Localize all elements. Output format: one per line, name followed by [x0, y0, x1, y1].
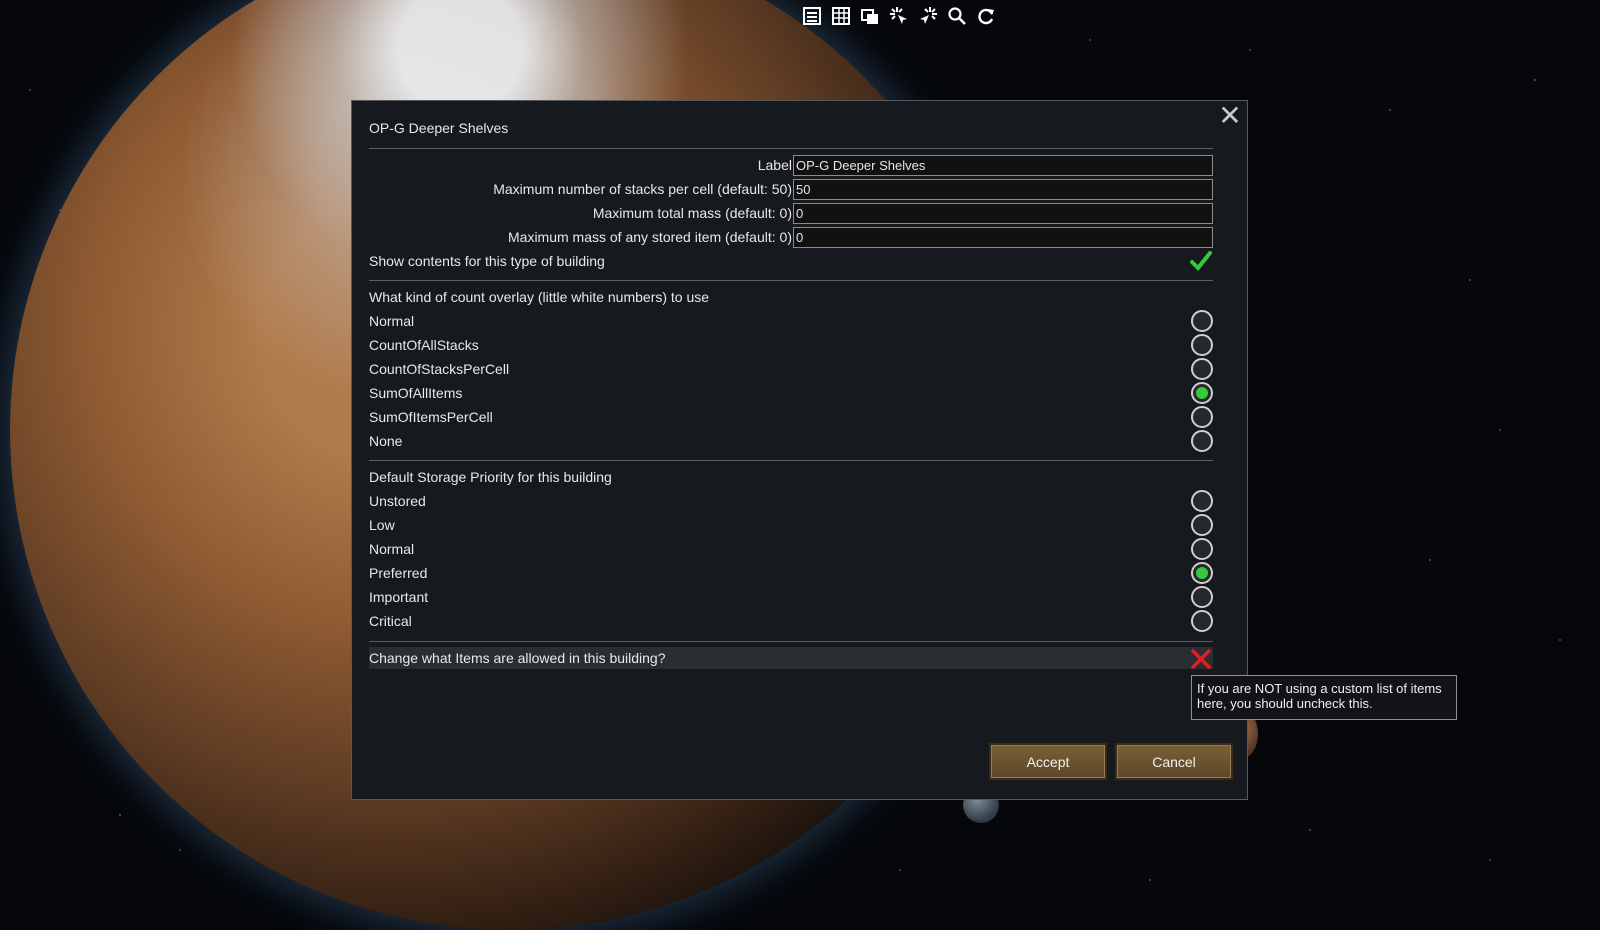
- radio-button[interactable]: [1191, 586, 1213, 608]
- cancel-button[interactable]: Cancel: [1115, 743, 1233, 780]
- radio-button[interactable]: [1191, 490, 1213, 512]
- change-items-row[interactable]: Change what Items are allowed in this bu…: [369, 647, 1213, 669]
- checkmark-icon[interactable]: [1189, 249, 1213, 273]
- max-stacks-label: Maximum number of stacks per cell (defau…: [493, 181, 792, 197]
- radio-button[interactable]: [1191, 538, 1213, 560]
- overlay-option-label: SumOfItemsPerCell: [369, 409, 493, 425]
- radio-button[interactable]: [1191, 334, 1213, 356]
- show-contents-row[interactable]: Show contents for this type of building: [369, 250, 1213, 272]
- overlay-heading: What kind of count overlay (little white…: [369, 289, 710, 305]
- max-total-mass-field-row: Maximum total mass (default: 0): [369, 203, 1213, 224]
- priority-option-critical[interactable]: Critical: [369, 610, 1213, 632]
- divider: [369, 280, 1213, 281]
- top-toolbar: [800, 4, 998, 28]
- label-input[interactable]: [793, 155, 1213, 176]
- close-icon[interactable]: ✕: [1217, 102, 1243, 130]
- max-item-mass-field-row: Maximum mass of any stored item (default…: [369, 227, 1213, 248]
- overlay-option-count-of-stacks-per-cell[interactable]: CountOfStacksPerCell: [369, 358, 1213, 380]
- priority-option-label: Unstored: [369, 493, 426, 509]
- radio-button[interactable]: [1191, 406, 1213, 428]
- tooltip: If you are NOT using a custom list of it…: [1191, 675, 1457, 720]
- divider: [369, 460, 1213, 461]
- overlay-option-label: None: [369, 433, 403, 449]
- overlay-option-count-of-all-stacks[interactable]: CountOfAllStacks: [369, 334, 1213, 356]
- table-icon[interactable]: [829, 4, 853, 28]
- priority-option-label: Preferred: [369, 565, 428, 581]
- storage-settings-dialog: ✕ OP-G Deeper Shelves Label Maximum numb…: [351, 100, 1248, 800]
- priority-option-important[interactable]: Important: [369, 586, 1213, 608]
- radio-button-selected[interactable]: [1191, 562, 1213, 584]
- overlay-option-sum-of-all-items[interactable]: SumOfAllItems: [369, 382, 1213, 404]
- priority-option-normal[interactable]: Normal: [369, 538, 1213, 560]
- cursor-sparkle-alt-icon[interactable]: [916, 4, 940, 28]
- radio-button[interactable]: [1191, 610, 1213, 632]
- refresh-icon[interactable]: [974, 4, 998, 28]
- priority-option-label: Normal: [369, 541, 415, 557]
- radio-button-selected[interactable]: [1191, 382, 1213, 404]
- max-item-mass-input[interactable]: [793, 227, 1213, 248]
- show-contents-label: Show contents for this type of building: [369, 253, 605, 269]
- overlay-option-none[interactable]: None: [369, 430, 1213, 452]
- overlay-option-label: Normal: [369, 313, 415, 329]
- max-total-mass-input[interactable]: [793, 203, 1213, 224]
- radio-button[interactable]: [1191, 310, 1213, 332]
- radio-button[interactable]: [1191, 430, 1213, 452]
- overlay-option-label: SumOfAllItems: [369, 385, 463, 401]
- change-items-label: Change what Items are allowed in this bu…: [369, 650, 666, 666]
- priority-heading-row: Default Storage Priority for this buildi…: [369, 466, 1213, 488]
- label-field-label: Label: [757, 157, 792, 173]
- priority-option-unstored[interactable]: Unstored: [369, 490, 1213, 512]
- divider: [369, 641, 1213, 642]
- overlay-option-label: CountOfStacksPerCell: [369, 361, 510, 377]
- priority-option-label: Critical: [369, 613, 412, 629]
- cursor-sparkle-icon[interactable]: [887, 4, 911, 28]
- max-item-mass-label: Maximum mass of any stored item (default…: [508, 229, 792, 245]
- priority-option-label: Important: [369, 589, 429, 605]
- overlay-option-sum-of-items-per-cell[interactable]: SumOfItemsPerCell: [369, 406, 1213, 428]
- label-field-row: Label: [369, 155, 1213, 176]
- priority-option-preferred[interactable]: Preferred: [369, 562, 1213, 584]
- windows-icon[interactable]: [858, 4, 882, 28]
- overlay-heading-row: What kind of count overlay (little white…: [369, 286, 1213, 308]
- dialog-title: OP-G Deeper Shelves: [369, 120, 509, 136]
- priority-option-low[interactable]: Low: [369, 514, 1213, 536]
- radio-button[interactable]: [1191, 514, 1213, 536]
- x-mark-icon[interactable]: [1189, 647, 1213, 671]
- priority-option-label: Low: [369, 517, 395, 533]
- radio-button[interactable]: [1191, 358, 1213, 380]
- max-stacks-field-row: Maximum number of stacks per cell (defau…: [369, 179, 1213, 200]
- overlay-option-normal[interactable]: Normal: [369, 310, 1213, 332]
- divider: [369, 148, 1213, 149]
- max-stacks-input[interactable]: [793, 179, 1213, 200]
- overlay-option-label: CountOfAllStacks: [369, 337, 479, 353]
- priority-heading: Default Storage Priority for this buildi…: [369, 469, 612, 485]
- list-icon[interactable]: [800, 4, 824, 28]
- search-icon[interactable]: [945, 4, 969, 28]
- accept-button[interactable]: Accept: [989, 743, 1107, 780]
- max-total-mass-label: Maximum total mass (default: 0): [592, 205, 792, 221]
